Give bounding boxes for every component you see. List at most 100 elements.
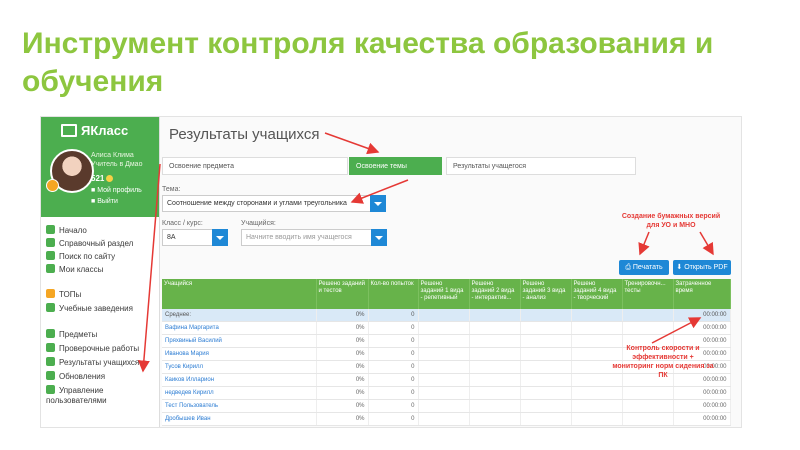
empty-cell — [520, 373, 572, 387]
sidebar-header: ЯКласс Алиса Клима Учитель в Дмао 521 ■ … — [41, 117, 159, 217]
empty-cell — [571, 412, 623, 426]
topic-select[interactable]: Соотношение между сторонами и углами тре… — [162, 195, 386, 212]
school-icon — [46, 303, 55, 312]
empty-cell — [622, 399, 674, 413]
solved-percent: 0% — [316, 309, 369, 322]
book-icon — [46, 329, 55, 338]
attempts-count: 0 — [368, 334, 419, 348]
chevron-down-icon[interactable] — [370, 195, 386, 212]
empty-cell — [469, 334, 521, 348]
student-name: Среднее: — [162, 309, 317, 322]
student-name[interactable]: Каиков Илларион — [162, 373, 317, 387]
empty-cell — [469, 412, 521, 426]
sidebar-item-label: Поиск по сайту — [59, 252, 116, 261]
sidebar-item-label: Учебные заведения — [59, 304, 133, 313]
table-row: Вафина Маргарита 0% 0 00:00:00 — [162, 321, 731, 335]
sidebar-item[interactable]: Учебные заведения — [46, 303, 156, 315]
book-logo-icon — [61, 124, 77, 138]
sidebar-item[interactable]: Поиск по сайту — [46, 251, 156, 263]
tab-topic[interactable]: Освоение темы — [349, 157, 442, 175]
trophy-icon — [46, 289, 55, 298]
student-name[interactable]: Пряхвиный Василий — [162, 334, 317, 348]
pdf-label: Открыть PDF — [684, 264, 728, 271]
sidebar-item-label: Предметы — [59, 330, 98, 339]
empty-cell — [418, 373, 470, 387]
table-row: Дробышев Иван 0% 0 00:00:00 — [162, 412, 731, 426]
column-header[interactable]: Кол-во попыток — [368, 279, 419, 309]
topic-label: Тема: — [162, 186, 181, 193]
table-header-row: Учащийся Решено заданий и тестов Кол-во по… — [162, 279, 731, 309]
empty-cell — [469, 399, 521, 413]
sidebar-item[interactable]: Проверочные работы — [46, 343, 156, 355]
open-pdf-button[interactable]: ⬇ Открыть PDF — [673, 260, 731, 275]
annotation-paper: Создание бумажных версий для УО и МНО — [621, 213, 721, 229]
attempts-count: 0 — [368, 321, 419, 335]
empty-cell — [622, 412, 674, 426]
users-icon — [46, 264, 55, 273]
time-spent: 00:00:00 — [673, 309, 731, 322]
sidebar-item[interactable]: Обновления — [46, 371, 156, 383]
sidebar-item-label: Мои классы — [59, 265, 104, 274]
empty-cell — [571, 399, 623, 413]
empty-cell — [520, 309, 572, 322]
student-name[interactable]: Тест Пользователь — [162, 399, 317, 413]
user-name: Алиса Клима — [91, 152, 134, 159]
empty-cell — [520, 412, 572, 426]
column-header[interactable]: Решено заданий 1 вида - репетивный — [418, 279, 470, 309]
column-header[interactable]: Решено заданий и тестов — [316, 279, 369, 309]
column-header[interactable]: Решено заданий 3 вида - анализ — [520, 279, 572, 309]
empty-cell — [571, 321, 623, 335]
table-row: недведев Кирилл 0% 0 00:00:00 — [162, 386, 731, 400]
empty-cell — [571, 309, 623, 322]
coin-icon — [106, 175, 114, 183]
chart-icon — [46, 357, 55, 366]
column-header[interactable]: Решено заданий 2 вида - интерактив... — [469, 279, 521, 309]
score-value: 521 — [91, 174, 105, 183]
sidebar-item[interactable]: Начало — [46, 225, 156, 237]
student-name[interactable]: Вафина Маргарита — [162, 321, 317, 335]
empty-cell — [469, 347, 521, 361]
sidebar-item[interactable]: Управление пользователями — [46, 385, 156, 407]
topic-value: Соотношение между сторонами и углами тре… — [167, 200, 347, 207]
logout-link[interactable]: ■ Выйти — [91, 198, 118, 205]
student-name[interactable]: Дробышев Иван — [162, 412, 317, 426]
column-header[interactable]: Учащийся — [162, 279, 317, 309]
empty-cell — [418, 309, 470, 322]
column-header[interactable]: Тренировочн... тесты — [622, 279, 674, 309]
chevron-down-icon[interactable] — [212, 229, 228, 246]
sidebar-item[interactable]: Мои классы — [46, 264, 156, 276]
sidebar-item[interactable]: Предметы — [46, 329, 156, 341]
empty-cell — [622, 321, 674, 335]
chevron-down-icon[interactable] — [371, 229, 387, 246]
sidebar-item[interactable]: ТОПы — [46, 289, 156, 301]
print-button[interactable]: ⎙ Печатать — [619, 260, 669, 275]
sidebar-item-label: Проверочные работы — [59, 344, 140, 353]
attempts-count: 0 — [368, 309, 419, 322]
student-name[interactable]: Иванова Мария — [162, 347, 317, 361]
logo[interactable]: ЯКласс — [61, 123, 128, 138]
user-role: Учитель в Дмао — [91, 161, 143, 168]
student-input[interactable]: Начните вводить имя учащегося — [241, 229, 387, 246]
attempts-count: 0 — [368, 360, 419, 374]
solved-percent: 0% — [316, 373, 369, 387]
sidebar-item[interactable]: Справочный раздел — [46, 238, 156, 250]
time-spent: 00:00:00 — [673, 399, 731, 413]
badge-icon — [46, 179, 59, 192]
column-header[interactable]: Затраченное время — [673, 279, 731, 309]
class-select[interactable]: 8А — [162, 229, 228, 246]
tab-student[interactable]: Результаты учащегося — [446, 157, 636, 175]
empty-cell — [622, 309, 674, 322]
student-name[interactable]: Тусов Кирилл — [162, 360, 317, 374]
tab-subject[interactable]: Освоение предмета — [162, 157, 348, 175]
empty-cell — [571, 386, 623, 400]
class-label: Класс / курс: — [162, 220, 203, 227]
annotation-speed: Контроль скорости и эффективности + мони… — [612, 345, 714, 379]
empty-cell — [520, 334, 572, 348]
empty-cell — [469, 360, 521, 374]
sidebar-item-label: Обновления — [59, 372, 106, 381]
solved-percent: 0% — [316, 386, 369, 400]
sidebar-item[interactable]: Результаты учащихся — [46, 357, 156, 369]
student-name[interactable]: недведев Кирилл — [162, 386, 317, 400]
column-header[interactable]: Решено заданий 4 вида - творческий — [571, 279, 623, 309]
profile-link[interactable]: ■ Мой профиль — [91, 187, 142, 194]
